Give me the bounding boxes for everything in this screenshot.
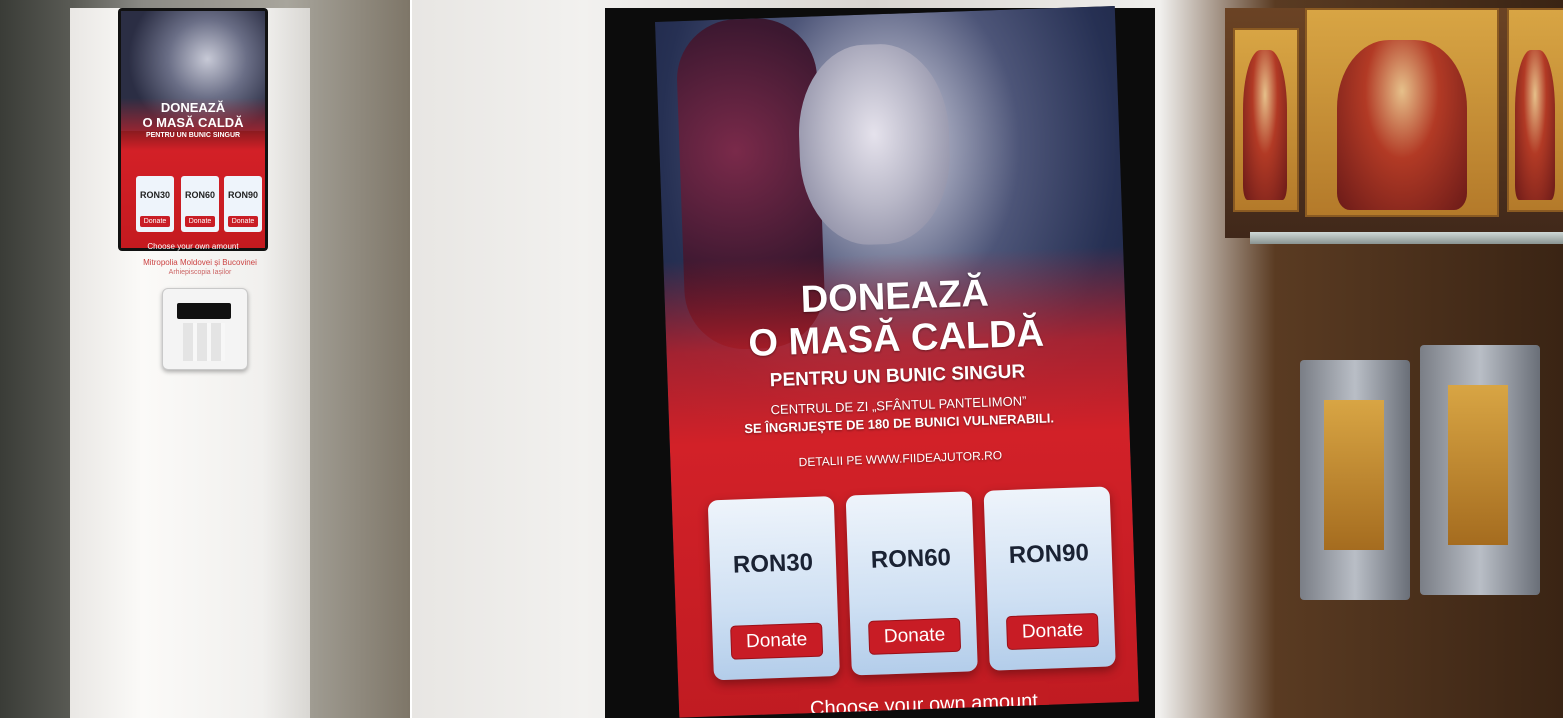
amount-label-small: RON30 [139,190,170,200]
boxed-icon-image [1324,400,1384,550]
amount-label: RON60 [870,544,952,574]
saint-figure [1243,50,1287,200]
headline-line2-small: O MASĂ CALDĂ [142,115,244,130]
card-reader[interactable] [162,288,248,370]
donate-button[interactable]: Donate [730,622,824,660]
amount-card-small-30[interactable]: RON30 Donate [136,176,174,232]
card-reader-keypad[interactable] [183,323,225,361]
kiosk-full-view-photo: DONEAZĂ O MASĂ CALDĂ PENTRU UN BUNIC SIN… [0,0,410,718]
card-reader-display [177,303,231,319]
headline-line1-small: DONEAZĂ [160,100,226,115]
icon-display-case [1225,8,1563,238]
amount-label: RON30 [732,548,814,579]
amount-card-small-90[interactable]: RON90 Donate [224,176,262,232]
subline-small: PENTRU UN BUNIC SINGUR [145,132,241,139]
face [795,41,953,247]
amount-label: RON90 [1008,539,1090,569]
kiosk-small-screen: DONEAZĂ O MASĂ CALDĂ PENTRU UN BUNIC SIN… [118,8,268,251]
amount-label-small: RON60 [184,190,215,200]
amount-label-small: RON90 [227,190,258,200]
boxed-icon-2 [1420,345,1540,595]
amount-card-30[interactable]: RON30 Donate [707,496,840,681]
kiosk-screen: DONEAZĂ O MASĂ CALDĂ PENTRU UN BUNIC SIN… [655,5,1140,718]
amount-card-90[interactable]: RON90 Donate [983,486,1116,671]
donate-button[interactable]: Donate [868,617,962,655]
donate-button-small[interactable]: Donate [228,216,258,227]
boxed-icon-1 [1300,360,1410,600]
boxed-icon-image [1448,385,1508,545]
organization-sub: Arhiepiscopia Iașilor [168,269,232,276]
amount-card-60[interactable]: RON60 Donate [845,491,978,676]
icon-painting-center [1305,8,1499,217]
amount-card-small-60[interactable]: RON60 Donate [181,176,219,232]
saint-figure [1515,50,1555,200]
donate-button-small[interactable]: Donate [185,216,215,227]
donate-button-small[interactable]: Donate [140,216,170,227]
organization-name: Mitropolia Moldovei și Bucovinei [143,258,257,267]
donate-button[interactable]: Donate [1005,612,1100,651]
glass-shelf [1250,232,1563,244]
icon-painting-right [1507,8,1563,212]
christ-figure [1337,40,1467,210]
choose-amount-small[interactable]: Choose your own amount [121,242,265,251]
icon-painting-left [1233,28,1299,212]
